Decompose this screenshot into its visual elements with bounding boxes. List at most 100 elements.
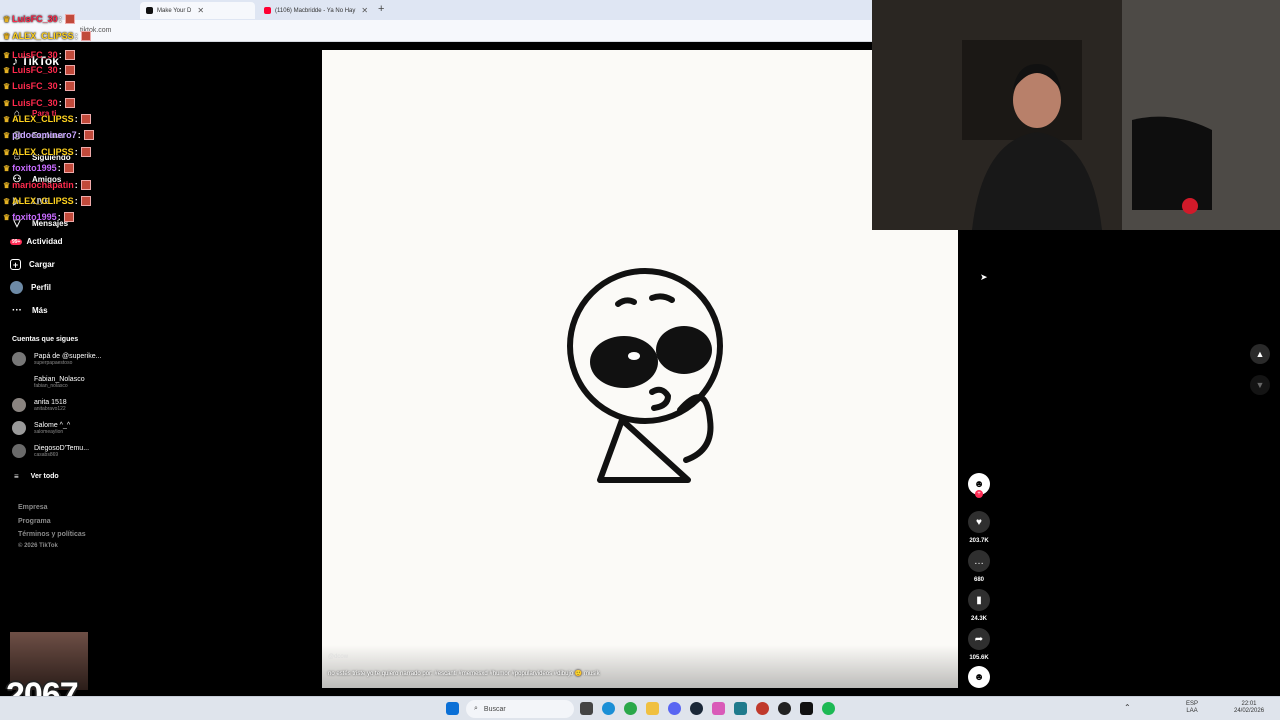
video-author[interactable]: @dcow	[328, 654, 348, 660]
video-caption: no estés triste yo te quiero narrado por…	[328, 671, 600, 677]
music-disc-icon: ☻	[968, 666, 990, 688]
following-account[interactable]: DiegosoD'Temu... casabs869	[12, 444, 89, 458]
emote-icon	[80, 180, 91, 190]
avatar	[12, 352, 26, 366]
following-account[interactable]: Fabian_Nolasco fabian_nolasco	[12, 375, 85, 389]
close-tab-icon[interactable]: ✕	[361, 6, 368, 15]
edge-icon[interactable]	[602, 702, 615, 715]
browser-tab[interactable]: (1106) Macbridde - Ya No Hay ✕	[258, 2, 374, 19]
chat-message: ♛ ALEX_CLIPSS:	[3, 114, 91, 124]
crown-icon: ♛	[3, 180, 11, 190]
chat-separator: :	[58, 98, 62, 108]
follow-plus-icon[interactable]: +	[975, 490, 983, 498]
chat-separator: :	[57, 212, 61, 222]
chat-message: ♛ foxito1995:	[3, 212, 74, 222]
chat-separator: :	[74, 31, 78, 41]
footer-link-programa[interactable]: Programa	[18, 518, 51, 525]
avatar	[12, 421, 26, 435]
file-explorer-icon[interactable]	[646, 702, 659, 715]
address-bar[interactable]: tiktok.com	[0, 20, 872, 42]
following-account[interactable]: Salome ^_^ salomeaylion	[12, 421, 70, 435]
chat-username: ALEX_CLIPSS	[12, 31, 74, 41]
crown-icon: ♛	[3, 196, 11, 206]
nav-perfil[interactable]: Perfil	[10, 281, 51, 294]
tab-label: Make Your D	[157, 7, 192, 14]
windows-start-icon[interactable]	[446, 702, 459, 715]
nav-actividad[interactable]: 99+ Actividad	[10, 237, 63, 246]
previous-video-button[interactable]: ▲	[1250, 344, 1270, 364]
obs-icon[interactable]	[778, 702, 791, 715]
chat-message: ♛ pidocominero7:	[3, 130, 94, 140]
like-count: 203.7K	[969, 538, 989, 544]
screen: Make Your D ✕ (1106) Macbridde - Ya No H…	[0, 0, 1280, 720]
chat-username: LuisFC_30	[12, 65, 58, 75]
emote-icon	[64, 14, 75, 24]
crown-icon: ♛	[3, 114, 11, 124]
browser-tab-bar: Make Your D ✕ (1106) Macbridde - Ya No H…	[0, 0, 872, 20]
following-account[interactable]: Papá de @superike... superpapaestoso	[12, 352, 101, 366]
chat-username: ALEX_CLIPSS	[12, 147, 74, 157]
chat-username: pidocominero7	[12, 130, 77, 140]
app-icon[interactable]	[734, 702, 747, 715]
chat-username: foxito1995	[12, 163, 57, 173]
creator-avatar-button[interactable]: ☻ +	[966, 473, 992, 498]
app-icon[interactable]	[712, 702, 725, 715]
nav-cargar[interactable]: + Cargar	[10, 259, 55, 270]
nav-mas[interactable]: ··· Más	[10, 303, 48, 317]
activity-badge: 99+	[10, 238, 23, 245]
app-icon[interactable]	[800, 702, 813, 715]
webcam-scene	[872, 0, 1280, 230]
chat-message: ♛ foxito1995:	[3, 163, 74, 173]
comment-button[interactable]: … 680	[966, 550, 992, 583]
like-button[interactable]: ♥ 203.7K	[966, 511, 992, 544]
task-view-icon[interactable]	[580, 702, 593, 715]
tiktok-favicon-icon	[146, 7, 153, 14]
emote-icon	[80, 31, 91, 41]
save-button[interactable]: ▮ 24.3K	[966, 589, 992, 622]
chat-separator: :	[58, 65, 62, 75]
chat-separator: :	[57, 163, 61, 173]
stick-figure-drawing	[567, 268, 723, 483]
spotify-icon[interactable]	[822, 702, 835, 715]
clock[interactable]: 22:01 24/02/2026	[1234, 701, 1264, 715]
emote-icon	[80, 114, 91, 124]
footer-link-terminos[interactable]: Términos y políticas	[18, 531, 86, 538]
following-account[interactable]: anita 1518 anitabravo122	[12, 398, 67, 412]
windows-taskbar: ⌕ Buscar ⌃ ESP LAA 22:01 24/02/2026	[0, 696, 1280, 720]
following-section-title: Cuentas que sigues	[12, 336, 79, 343]
chat-separator: :	[58, 50, 62, 60]
chrome-icon[interactable]	[624, 702, 637, 715]
chat-username: LuisFC_30	[12, 81, 58, 91]
app-icon[interactable]	[756, 702, 769, 715]
share-count: 105.6K	[969, 655, 989, 661]
chat-separator: :	[58, 81, 62, 91]
streamer-webcam	[872, 0, 1280, 230]
discord-icon[interactable]	[668, 702, 681, 715]
chevron-up-icon: ▲	[1255, 349, 1265, 359]
list-icon: ≡	[14, 472, 19, 481]
share-icon: ➦	[968, 628, 990, 650]
close-tab-icon[interactable]: ✕	[197, 6, 204, 15]
taskbar-search[interactable]: ⌕ Buscar	[466, 700, 574, 718]
chat-message: ♛ LuisFC_30:	[3, 98, 75, 108]
chat-username: ALEX_CLIPSS	[12, 114, 74, 124]
more-icon: ···	[12, 304, 22, 316]
music-disc-button[interactable]: ☻	[966, 666, 992, 688]
crown-icon: ♛	[3, 81, 11, 91]
new-tab-button[interactable]: +	[378, 3, 384, 15]
chat-message: ♛ LuisFC_30:	[3, 81, 75, 91]
see-all-button[interactable]: ≡ Ver todo	[14, 472, 59, 481]
next-video-button[interactable]: ▼	[1250, 375, 1270, 395]
crown-icon: ♛	[3, 163, 11, 173]
language-indicator[interactable]: ESP LAA	[1186, 701, 1198, 715]
bookmark-icon: ▮	[968, 589, 990, 611]
tray-overflow-icon[interactable]: ⌃	[1124, 704, 1131, 712]
share-button[interactable]: ➦ 105.6K	[966, 628, 992, 661]
profile-icon	[10, 281, 23, 294]
steam-icon[interactable]	[690, 702, 703, 715]
footer-link-empresa[interactable]: Empresa	[18, 504, 48, 511]
video-player[interactable]	[322, 50, 958, 688]
chat-message: ♛ LuisFC_30:	[3, 50, 75, 60]
browser-tab-active[interactable]: Make Your D ✕	[140, 2, 255, 19]
emote-icon	[63, 163, 74, 173]
